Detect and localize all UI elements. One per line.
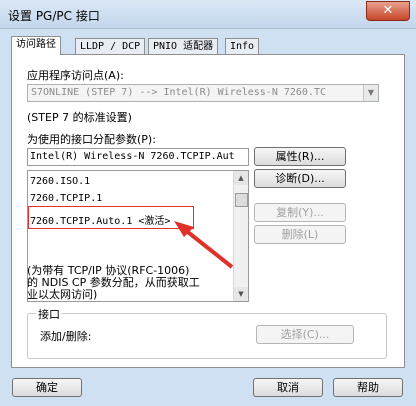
scroll-thumb[interactable] <box>235 193 248 207</box>
access-point-note: (STEP 7 的标准设置) <box>27 111 132 124</box>
tab-access-path[interactable]: 访问路径 <box>11 36 61 55</box>
close-button[interactable]: ✕ <box>366 1 410 21</box>
param-value: Intel(R) Wireless-N 7260.TCPIP.Aut <box>30 151 235 162</box>
tab-lldp-dcp[interactable]: LLDP / DCP <box>75 38 146 54</box>
diagnostics-button[interactable]: 诊断(D)... <box>254 169 346 188</box>
param-description: (为带有 TCP/IP 协议(RFC-1006) 的 NDIS CP 参数分配，… <box>27 264 200 301</box>
help-button[interactable]: 帮助 <box>333 378 403 397</box>
scroll-down-icon[interactable]: ▼ <box>234 287 248 301</box>
select-button[interactable]: 选择(C)... <box>256 325 354 344</box>
window-title: 设置 PG/PC 接口 <box>8 9 100 23</box>
interface-group-title: 接口 <box>36 306 62 322</box>
interface-group: 接口 添加/删除: 选择(C)... <box>27 306 387 359</box>
tab-pnio-adapter[interactable]: PNIO 适配器 <box>148 38 219 54</box>
close-icon: ✕ <box>382 3 394 18</box>
copy-button[interactable]: 复制(Y)... <box>254 203 346 222</box>
list-item[interactable]: 7260.TCPIP.1 <box>30 193 102 204</box>
access-point-select[interactable]: S7ONLINE (STEP 7) --> Intel(R) Wireless-… <box>27 84 379 102</box>
delete-button[interactable]: 删除(L) <box>254 225 346 244</box>
title-bar: 设置 PG/PC 接口 ✕ <box>0 0 416 29</box>
properties-button[interactable]: 属性(R)... <box>254 147 346 166</box>
list-item[interactable]: 7260.ISO.1 <box>30 176 90 187</box>
scroll-up-icon[interactable]: ▲ <box>234 171 248 185</box>
ok-button[interactable]: 确定 <box>12 378 82 397</box>
cancel-button[interactable]: 取消 <box>253 378 323 397</box>
tab-panel: 应用程序访问点(A): S7ONLINE (STEP 7) --> Intel(… <box>11 54 405 368</box>
chevron-down-icon[interactable]: ▼ <box>363 85 378 101</box>
param-label: 为使用的接口分配参数(P): <box>27 133 156 146</box>
access-point-value: S7ONLINE (STEP 7) --> Intel(R) Wireless-… <box>31 87 327 98</box>
access-point-label: 应用程序访问点(A): <box>27 69 124 82</box>
tab-info[interactable]: Info <box>225 38 260 54</box>
param-field[interactable]: Intel(R) Wireless-N 7260.TCPIP.Aut <box>27 148 249 166</box>
add-remove-label: 添加/删除: <box>40 330 92 343</box>
